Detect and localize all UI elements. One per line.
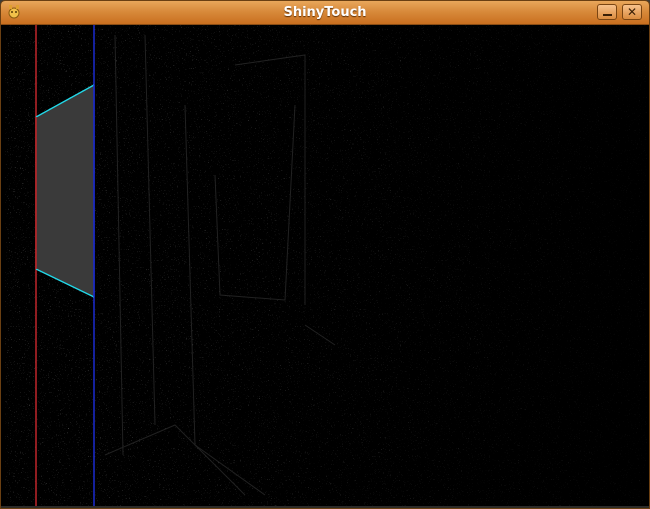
title-bar[interactable]: ShinyTouch ✕ (1, 1, 649, 25)
close-icon: ✕ (626, 5, 638, 19)
close-button[interactable]: ✕ (622, 4, 642, 20)
detected-region[interactable] (36, 85, 94, 297)
camera-canvas[interactable] (5, 25, 647, 506)
app-window: ShinyTouch ✕ (0, 0, 650, 509)
camera-noise (5, 25, 647, 506)
minimize-button[interactable] (597, 4, 617, 20)
window-title: ShinyTouch (283, 5, 367, 20)
minimize-icon (602, 14, 612, 16)
camera-view[interactable] (5, 25, 647, 506)
